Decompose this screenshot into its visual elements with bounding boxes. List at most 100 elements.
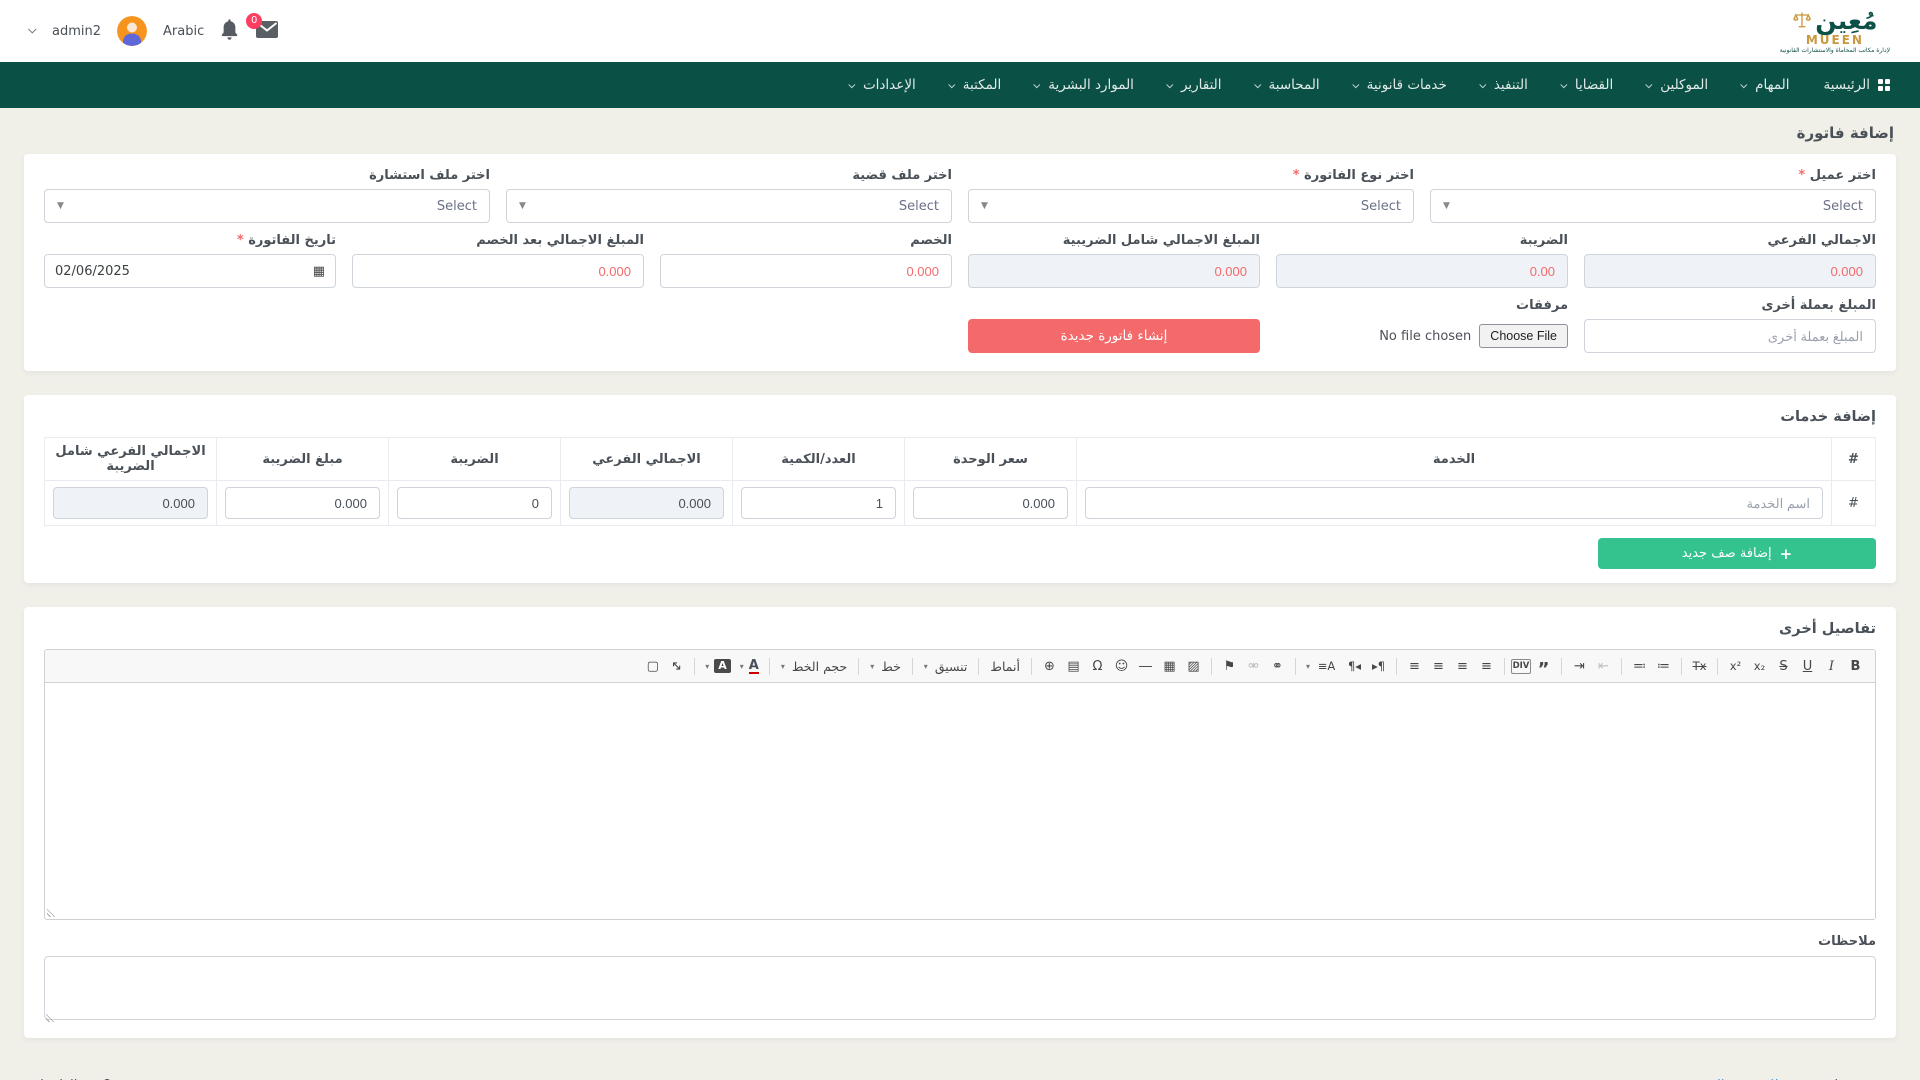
notifications-button[interactable]: [220, 19, 239, 44]
other-currency-input[interactable]: [1584, 319, 1876, 353]
nav-label: المحاسبة: [1269, 77, 1320, 93]
tax-input[interactable]: [1276, 254, 1568, 288]
nav-label: المكتبة: [963, 77, 1002, 93]
image-icon[interactable]: ▨: [1182, 655, 1205, 677]
details-title: تفاصيل أخرى: [44, 621, 1876, 637]
subtotal-input[interactable]: [1584, 254, 1876, 288]
italic-icon[interactable]: I: [1820, 655, 1843, 677]
attachments-file-input: Choose File No file chosen: [1276, 319, 1568, 353]
underline-icon[interactable]: U: [1796, 655, 1819, 677]
row-subtotal-input[interactable]: [569, 487, 724, 519]
calendar-icon[interactable]: ▦: [313, 264, 325, 279]
service-name-input[interactable]: [1085, 487, 1823, 519]
div-container-icon[interactable]: DIV: [1511, 659, 1531, 674]
row-tax-input[interactable]: [397, 487, 552, 519]
decrease-indent-icon[interactable]: ⇤: [1592, 655, 1615, 677]
superscript-icon[interactable]: x²: [1724, 655, 1747, 677]
nav-item-clients[interactable]: الموكلين: [1647, 77, 1708, 93]
language-icon: ≡A: [1315, 655, 1338, 677]
messages-button[interactable]: 0: [255, 20, 279, 43]
language-label[interactable]: Arabic: [163, 24, 204, 39]
row-subtotal-with-tax-input[interactable]: [53, 487, 208, 519]
nav-item-settings[interactable]: الإعدادات: [850, 77, 916, 93]
nav-item-reports[interactable]: التقارير: [1168, 77, 1222, 93]
anchor-icon[interactable]: ⚑: [1218, 655, 1241, 677]
page-break-icon[interactable]: ▤: [1062, 655, 1085, 677]
nav-label: التنفيذ: [1494, 77, 1528, 93]
justify-icon[interactable]: ≡: [1403, 655, 1426, 677]
chevron-down-icon: [1352, 81, 1359, 88]
special-character-icon[interactable]: Ω: [1086, 655, 1109, 677]
chevron-down-icon: [1034, 81, 1041, 88]
font-size-dropdown[interactable]: حجم الخط▾: [776, 659, 852, 674]
globe-icon[interactable]: ⊕: [1038, 655, 1061, 677]
link-icon[interactable]: ⚭: [1266, 655, 1289, 677]
chevron-down-icon: ▾: [705, 662, 709, 671]
nav-item-tasks[interactable]: المهام: [1742, 77, 1789, 93]
unit-price-input[interactable]: [913, 487, 1068, 519]
nav-item-home[interactable]: الرئيسية: [1824, 77, 1891, 93]
invoice-date-input[interactable]: 02/06/2025 ▦: [44, 254, 336, 288]
styles-dropdown[interactable]: أنماط: [985, 659, 1025, 674]
subscript-icon[interactable]: x₂: [1748, 655, 1771, 677]
strikethrough-icon[interactable]: S: [1772, 655, 1795, 677]
discount-field: الخصم: [660, 233, 952, 288]
font-dropdown[interactable]: خط▾: [865, 659, 906, 674]
nav-item-hr[interactable]: الموارد البشرية: [1035, 77, 1134, 93]
bold-icon[interactable]: B: [1844, 655, 1867, 677]
page-title: إضافة فاتورة: [26, 124, 1894, 142]
table-icon[interactable]: ▦: [1158, 655, 1181, 677]
nav-item-library[interactable]: المكتبة: [950, 77, 1002, 93]
invoice-form-card: اختر عميل * Select▼ اختر نوع الفاتورة * …: [24, 154, 1896, 371]
user-avatar[interactable]: [117, 16, 147, 46]
increase-indent-icon[interactable]: ⇥: [1568, 655, 1591, 677]
create-invoice-button[interactable]: إنشاء فاتورة جديدة: [968, 319, 1260, 353]
text-direction-ltr-icon[interactable]: ▸¶: [1367, 655, 1390, 677]
invoice-date-field: تاريخ الفاتورة * 02/06/2025 ▦: [44, 233, 336, 288]
field-label: اختر عميل *: [1430, 168, 1876, 183]
editor-content-area[interactable]: [45, 683, 1875, 919]
add-row-button[interactable]: + إضافة صف جديد: [1598, 538, 1876, 569]
row-tax-amount-input[interactable]: [225, 487, 380, 519]
align-left-icon[interactable]: ≡: [1427, 655, 1450, 677]
smiley-icon[interactable]: ☺: [1110, 655, 1133, 677]
chevron-down-icon: ▾: [924, 662, 928, 671]
client-select[interactable]: Select▼: [1430, 189, 1876, 223]
chevron-down-icon: ▼: [57, 201, 64, 211]
nav-item-execution[interactable]: التنفيذ: [1481, 77, 1528, 93]
notes-textarea[interactable]: [44, 956, 1876, 1020]
username-label[interactable]: admin2: [52, 24, 101, 39]
resize-handle[interactable]: [47, 906, 58, 917]
numbered-list-icon[interactable]: ≔: [1652, 655, 1675, 677]
invoice-type-select[interactable]: Select▼: [968, 189, 1414, 223]
align-center-icon[interactable]: ≡: [1451, 655, 1474, 677]
unlink-icon[interactable]: ⚮: [1242, 655, 1265, 677]
language-dropdown[interactable]: ≡A▾: [1302, 655, 1342, 677]
bullet-list-icon[interactable]: ≕: [1628, 655, 1651, 677]
case-file-select[interactable]: Select▼: [506, 189, 952, 223]
nav-item-legal-services[interactable]: خدمات قانونية: [1354, 77, 1447, 93]
app-logo[interactable]: مُعِين MUEEN لإدارة مكاتب المحاماة والاس…: [1780, 8, 1890, 54]
remove-format-icon[interactable]: Tx: [1688, 655, 1711, 677]
blockquote-icon[interactable]: ”: [1532, 655, 1555, 677]
discount-input[interactable]: [660, 254, 952, 288]
align-right-icon[interactable]: ≡: [1475, 655, 1498, 677]
attachments-field: مرفقات Choose File No file chosen: [1276, 298, 1568, 353]
choose-file-button[interactable]: Choose File: [1479, 324, 1568, 348]
quantity-input[interactable]: [741, 487, 896, 519]
add-row-label: إضافة صف جديد: [1682, 546, 1772, 561]
chevron-down-icon: ▾: [740, 662, 744, 671]
total-with-tax-input[interactable]: [968, 254, 1260, 288]
toolbar-separator: [912, 658, 913, 675]
background-color-button[interactable]: A▾: [701, 659, 735, 673]
format-dropdown[interactable]: تنسيق▾: [919, 659, 973, 674]
text-direction-rtl-icon[interactable]: ¶◂: [1343, 655, 1366, 677]
nav-item-accounting[interactable]: المحاسبة: [1256, 77, 1320, 93]
col-subtotal-with-tax: الاجمالي الفرعي شامل الضريبة: [45, 438, 217, 481]
horizontal-rule-icon[interactable]: ―: [1134, 655, 1157, 677]
text-color-button[interactable]: A▾: [736, 659, 763, 674]
nav-item-cases[interactable]: القضايا: [1562, 77, 1613, 93]
total-after-discount-input[interactable]: [352, 254, 644, 288]
maximize-icon[interactable]: ↔: [661, 650, 693, 682]
consultation-file-select[interactable]: Select▼: [44, 189, 490, 223]
